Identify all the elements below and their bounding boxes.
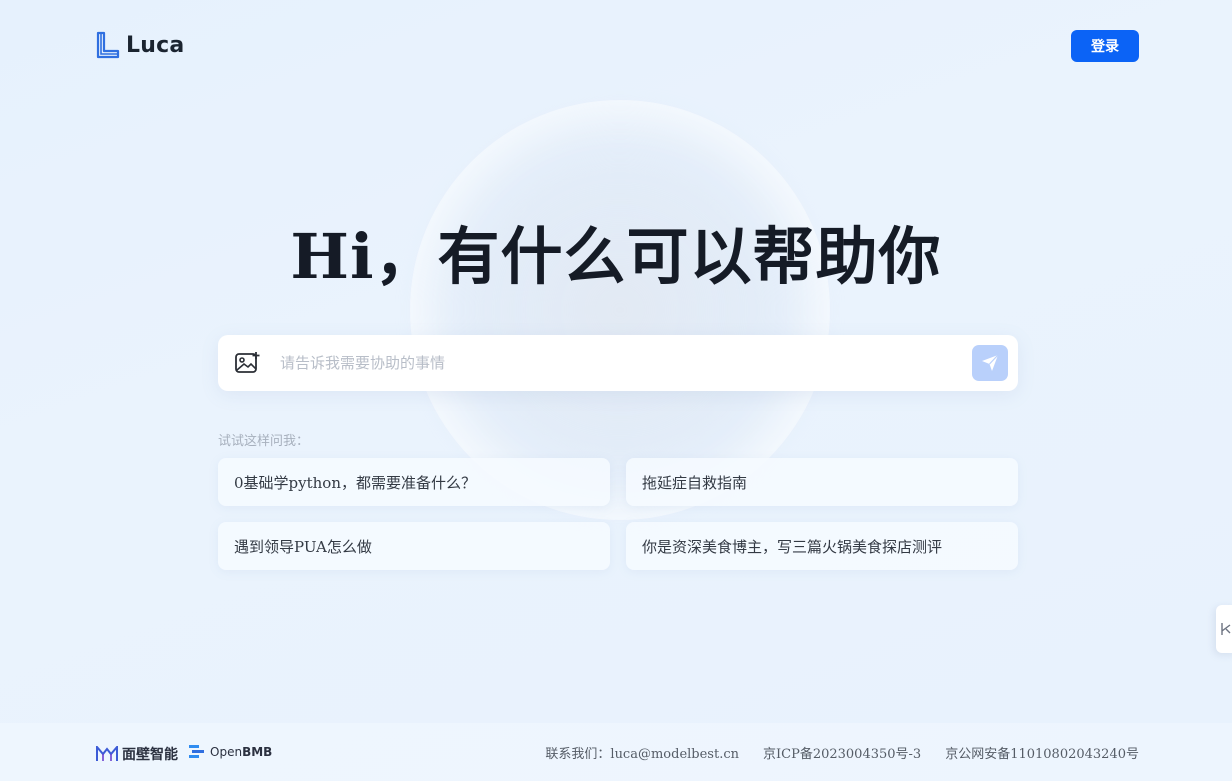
image-upload-icon[interactable] <box>234 350 262 376</box>
suggestions-label: 试试这样问我： <box>218 434 310 449</box>
hero-title: Hi，有什么可以帮助你 <box>290 220 942 293</box>
footer-links: 联系我们：luca@modelbest.cn 京ICP备2023004350号-… <box>545 743 1139 762</box>
mianbi-brand-text: 面壁智能 <box>122 747 178 763</box>
chat-input[interactable] <box>280 347 960 379</box>
luca-logo[interactable]: Luca <box>96 31 184 59</box>
suggestion-card[interactable]: 你是资深美食博主，写三篇火锅美食探店测评 <box>626 522 1018 570</box>
background-glow-ring <box>410 100 830 520</box>
openbmb-brand[interactable]: Open BMB <box>188 744 272 760</box>
police-record-link[interactable]: 京公网安备11010802043240号 <box>945 743 1139 762</box>
send-icon <box>982 354 999 371</box>
luca-logo-icon <box>96 31 120 59</box>
openbmb-text-prefix: Open <box>210 745 243 759</box>
mianbi-logo-icon <box>96 746 118 761</box>
suggestion-card[interactable]: 0基础学python，都需要准备什么？ <box>218 458 610 506</box>
icp-link[interactable]: 京ICP备2023004350号-3 <box>763 743 921 762</box>
logo-text: Luca <box>126 32 185 58</box>
side-expand-icon <box>1221 623 1231 635</box>
contact-link[interactable]: 联系我们：luca@modelbest.cn <box>545 743 739 762</box>
mianbi-brand[interactable]: 面壁智能 <box>96 744 178 764</box>
login-button[interactable]: 登录 <box>1071 30 1139 62</box>
openbmb-text-suffix: BMB <box>242 745 273 759</box>
openbmb-logo-icon <box>189 745 204 758</box>
side-drawer-tab[interactable] <box>1216 605 1232 653</box>
send-button[interactable] <box>972 345 1008 381</box>
suggestion-card[interactable]: 遇到领导PUA怎么做 <box>218 522 610 570</box>
footer: 面壁智能 Open BMB 联系我们：luca@modelbest.cn 京ICP… <box>0 723 1232 781</box>
suggestion-card[interactable]: 拖延症自救指南 <box>626 458 1018 506</box>
chat-input-box <box>218 335 1018 391</box>
